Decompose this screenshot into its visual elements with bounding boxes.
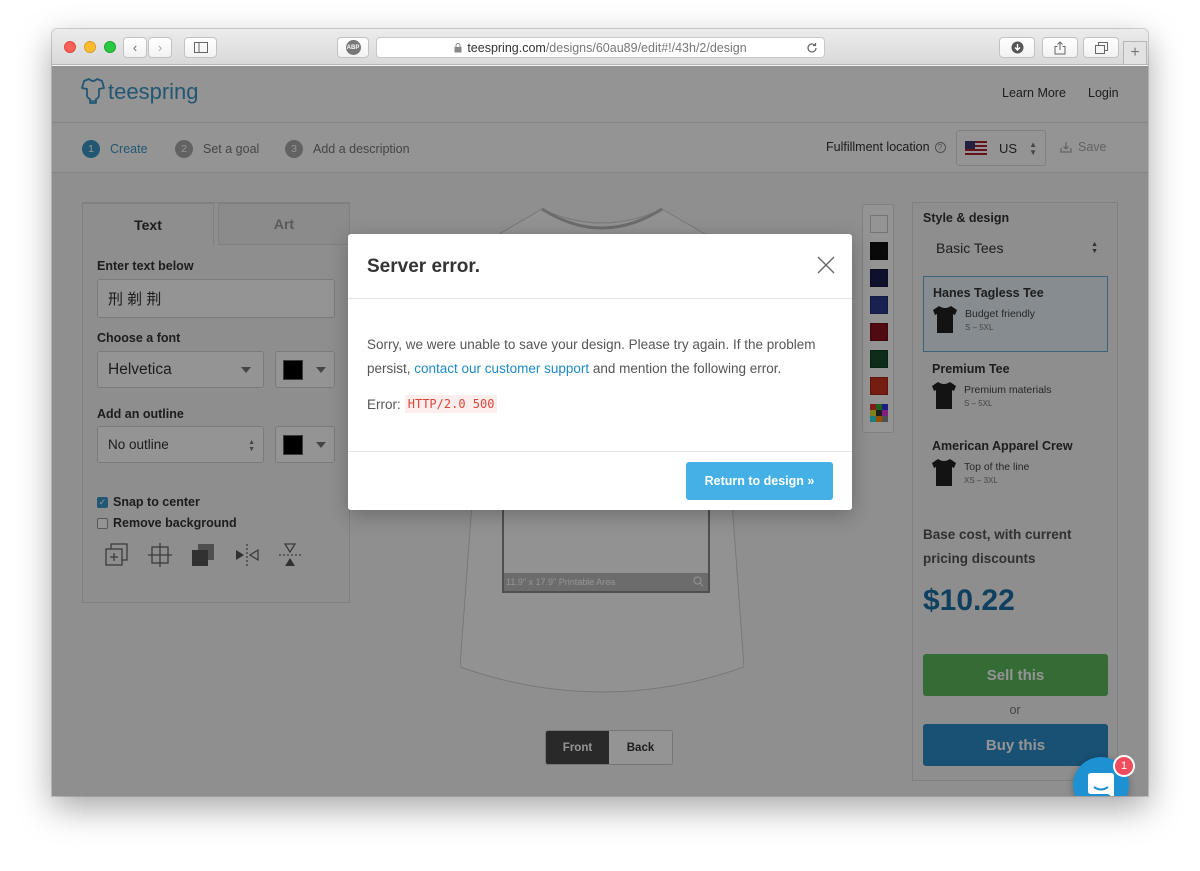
error-line: Error: HTTP/2.0 500 [367,395,498,413]
contact-support-link[interactable]: contact our customer support [414,361,589,376]
back-button[interactable]: ‹ [123,37,147,58]
zoom-window-button[interactable] [104,41,116,53]
dialog-title: Server error. [367,256,481,277]
new-tab-button[interactable]: + [1123,41,1147,65]
lock-icon [454,42,462,52]
close-window-button[interactable] [64,41,76,53]
error-label: Error: [367,396,401,412]
sidebar-toggle-button[interactable] [184,37,217,58]
adblock-button[interactable]: ABP [337,37,369,58]
dialog-header: Server error. [348,234,852,299]
plus-icon: + [1130,44,1140,61]
page: teespring Learn More Login 1 Create 2 Set … [52,66,1148,796]
reload-icon[interactable] [806,42,818,54]
share-icon [1054,40,1066,54]
address-bar[interactable]: teespring.com/designs/60au89/edit#!/43h/… [376,37,825,58]
error-code: HTTP/2.0 500 [404,395,498,413]
dialog-divider [348,451,852,452]
adblock-icon: ABP [345,40,361,55]
message-text-end: and mention the following error. [589,361,782,376]
download-icon [1011,41,1023,54]
url-domain: teespring.com [467,40,546,55]
dialog-message: Sorry, we were unable to save your desig… [367,333,827,381]
downloads-button[interactable] [999,37,1035,58]
share-button[interactable] [1042,37,1078,58]
minimize-window-button[interactable] [84,41,96,53]
close-icon[interactable] [813,252,839,278]
forward-button[interactable]: › [148,37,172,58]
tabs-icon [1094,41,1108,54]
notification-badge: 1 [1113,755,1135,777]
chevron-left-icon: ‹ [132,40,138,55]
sidebar-icon [193,42,208,53]
chevron-right-icon: › [157,40,163,55]
return-to-design-button[interactable]: Return to design » [686,462,833,500]
server-error-dialog: Server error. Sorry, we were unable to s… [348,234,852,510]
url-path: /designs/60au89/edit#!/43h/2/design [545,40,747,55]
tabs-overview-button[interactable] [1083,37,1119,58]
browser-toolbar: ‹ › ABP teespring.com/designs/60au89/edi… [52,29,1148,65]
browser-window: ‹ › ABP teespring.com/designs/60au89/edi… [52,29,1148,796]
